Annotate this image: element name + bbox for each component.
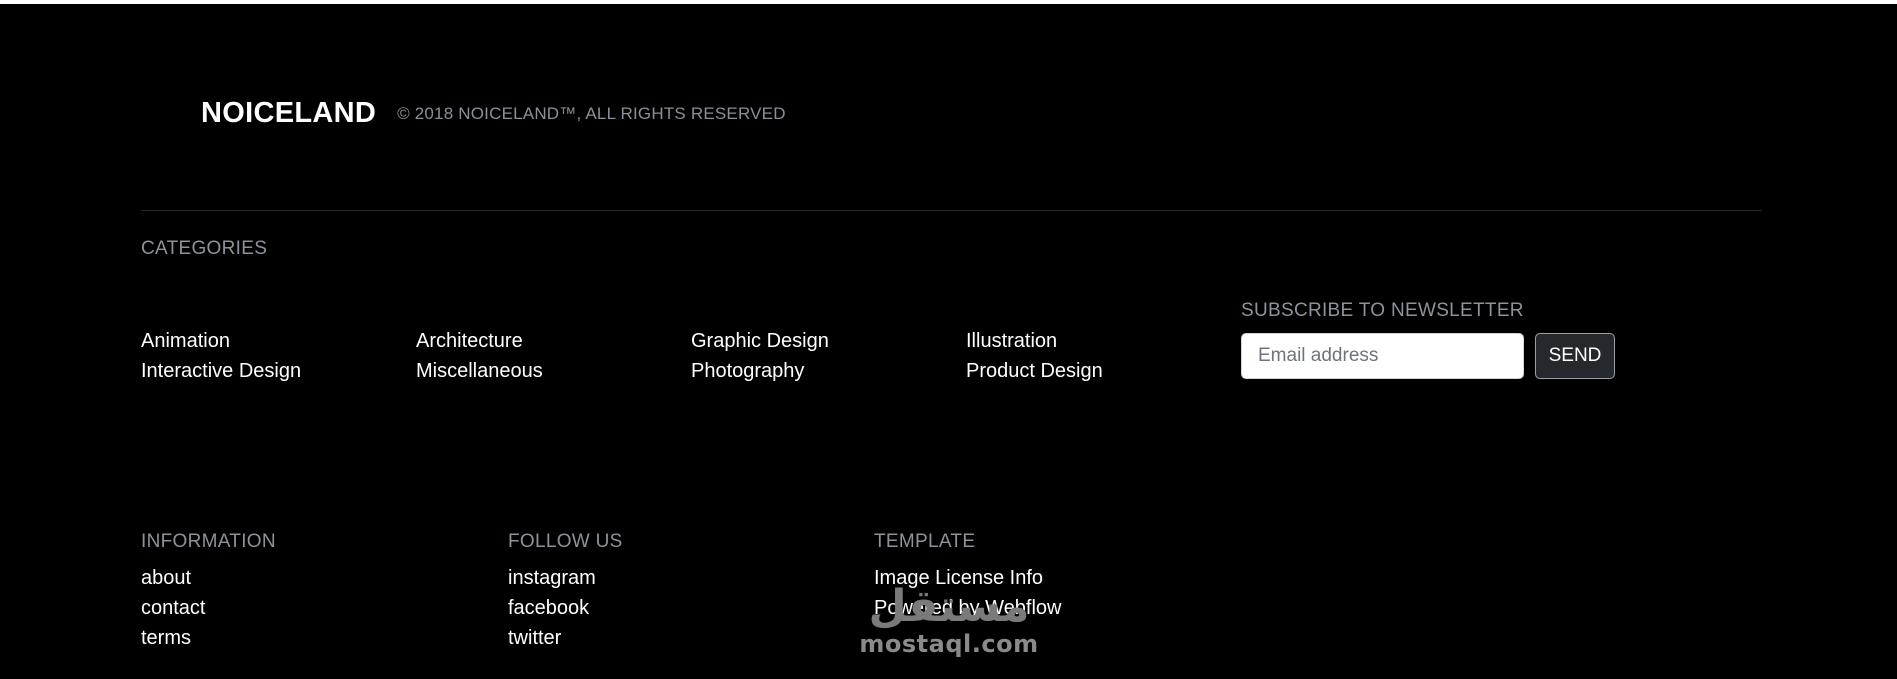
brand-row: NOICELAND © 2018 NOICELAND™, ALL RIGHTS … — [201, 97, 786, 130]
watermark-latin: mostaql.com — [859, 630, 1039, 658]
category-illustration-link[interactable]: Illustration — [966, 330, 1057, 353]
terms-link[interactable]: terms — [141, 627, 191, 650]
category-product-design-link[interactable]: Product Design — [966, 360, 1103, 383]
instagram-link[interactable]: instagram — [508, 567, 596, 590]
category-graphic-design-link[interactable]: Graphic Design — [691, 330, 829, 353]
category-animation-link[interactable]: Animation — [141, 330, 230, 353]
email-input[interactable] — [1241, 333, 1524, 379]
category-architecture-link[interactable]: Architecture — [416, 330, 523, 353]
twitter-link[interactable]: twitter — [508, 627, 561, 650]
watermark-arabic: مستقل — [868, 581, 1030, 632]
facebook-link[interactable]: facebook — [508, 597, 589, 620]
brand-logo[interactable]: NOICELAND — [201, 97, 376, 130]
copyright-text: © 2018 NOICELAND™, ALL RIGHTS RESERVED — [397, 103, 786, 123]
information-heading: INFORMATION — [141, 531, 276, 552]
category-interactive-design-link[interactable]: Interactive Design — [141, 360, 301, 383]
category-photography-link[interactable]: Photography — [691, 360, 804, 383]
about-link[interactable]: about — [141, 567, 191, 590]
newsletter-heading: SUBSCRIBE TO NEWSLETTER — [1241, 300, 1524, 321]
send-button[interactable]: SEND — [1535, 333, 1615, 379]
category-miscellaneous-link[interactable]: Miscellaneous — [416, 360, 543, 383]
contact-link[interactable]: contact — [141, 597, 205, 620]
footer-divider — [141, 210, 1762, 211]
site-footer: NOICELAND © 2018 NOICELAND™, ALL RIGHTS … — [0, 4, 1897, 679]
template-heading: TEMPLATE — [874, 531, 976, 552]
categories-heading: CATEGORIES — [141, 238, 268, 259]
follow-us-heading: FOLLOW US — [508, 531, 623, 552]
mostaql-watermark: مستقل mostaql.com — [858, 584, 1040, 674]
